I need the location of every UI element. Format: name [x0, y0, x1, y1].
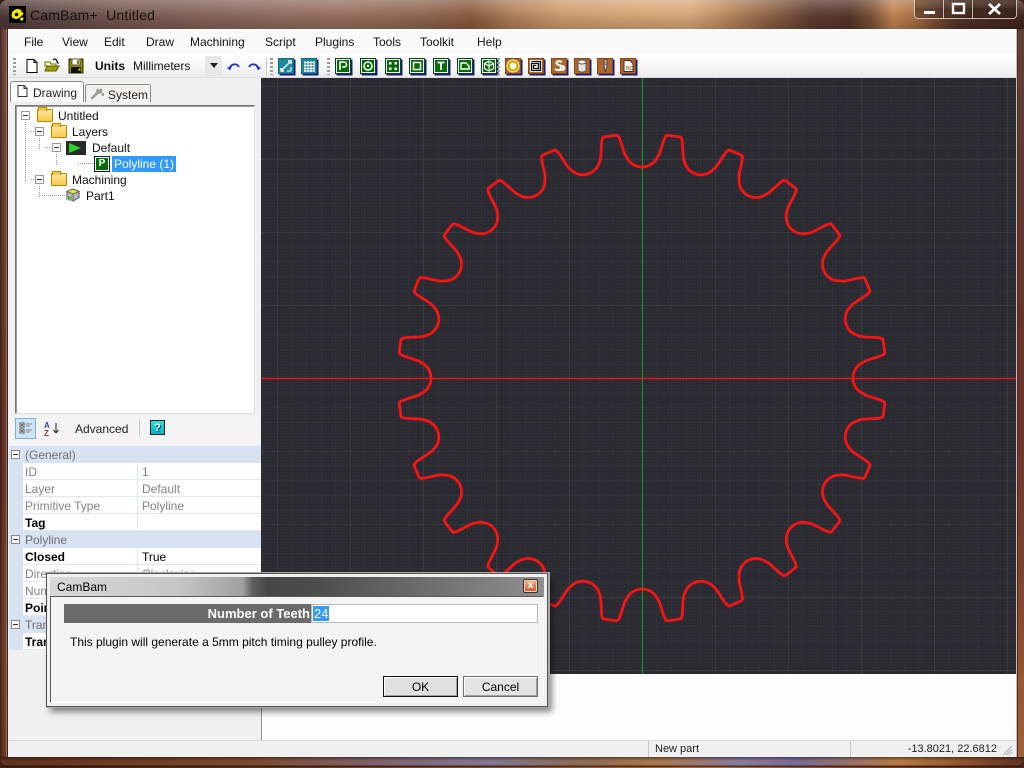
svg-text:Z: Z: [44, 429, 49, 437]
svg-text:NC: NC: [626, 66, 634, 72]
